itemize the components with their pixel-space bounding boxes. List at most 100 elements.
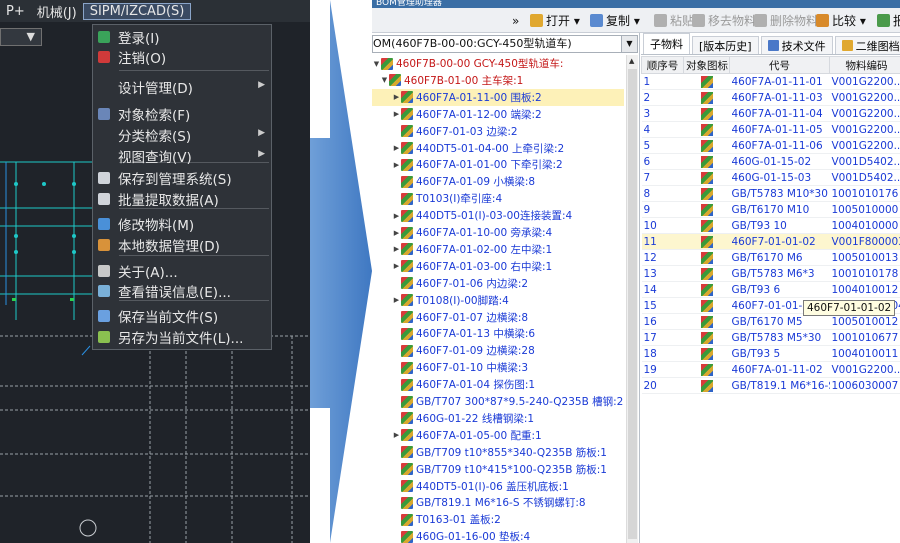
table-row[interactable]: 8 GB/T5783 M10*30 1001010176 [641, 185, 900, 202]
menu-sipm-izcad[interactable]: SIPM/IZCAD(S) [82, 2, 192, 20]
tree-node[interactable]: 460G-01-16-00 垫板:4 [372, 528, 624, 543]
table-row[interactable]: 2 460F7A-01-11-03 V001G2200... [641, 89, 900, 106]
column-header[interactable]: 对象图标 [683, 56, 730, 74]
tree-node[interactable]: ▶ 460F7A-01-12-00 端梁:2 [372, 106, 624, 123]
toolbar-button[interactable]: 比较 ▾ [816, 12, 866, 29]
toolbar-button[interactable]: 粘贴 [654, 12, 694, 29]
menu-item[interactable]: 设计管理(D) ▶ [93, 77, 271, 97]
table-row[interactable]: 18 GB/T93 5 1004010011 [641, 345, 900, 362]
table-row[interactable]: 3 460F7A-01-11-04 V001G2200... [641, 105, 900, 122]
expand-icon[interactable]: ▶ [392, 93, 401, 101]
menu-item[interactable]: 另存为当前文件(L)... [93, 327, 271, 347]
table-row[interactable]: 6 460G-01-15-02 V001D5402... [641, 153, 900, 170]
tree-node[interactable]: ▶ 440DT5-01-04-00 上牵引梁:2 [372, 140, 624, 157]
table-row[interactable]: 10 GB/T93 10 1004010000 [641, 217, 900, 234]
toolbar-button[interactable]: 删除物料 [754, 12, 818, 29]
tab-0[interactable]: 子物料 [643, 33, 690, 54]
toolbar-button[interactable]: 复制 ▾ [590, 12, 640, 29]
tree-node[interactable]: ▶ 460F7A-01-05-00 配重:1 [372, 427, 624, 444]
collapse-icon[interactable]: ▼ [372, 60, 381, 68]
tree-node[interactable]: ▼ 460F7B-00-00 GCY-450型轨道车: [372, 55, 624, 72]
tree-node[interactable]: 440DT5-01(Ⅰ)-06 盖压机底板:1 [372, 478, 624, 495]
expand-icon[interactable]: ▶ [392, 296, 401, 304]
tree-node[interactable]: ▶ 460F7A-01-02-00 左中梁:1 [372, 241, 624, 258]
tree-node[interactable]: ▼ 460F7B-01-00 主车架:1 [372, 72, 624, 89]
menu-item[interactable]: 关于(A)... [93, 261, 271, 281]
table-row[interactable]: 11 460F7-01-01-02V001F800003... [641, 233, 900, 250]
menu-item[interactable]: 登录(I) [93, 27, 271, 47]
menu-item[interactable]: 修改物料(M) [93, 214, 271, 234]
tab-3[interactable]: 二维图档 [834, 36, 900, 54]
tree-scrollbar[interactable]: ▲ [626, 55, 638, 543]
tree-node[interactable]: 460F7A-01-09 小横梁:8 [372, 173, 624, 190]
menu-item[interactable]: 批量提取数据(A) [93, 189, 271, 209]
row-material-code: 1006030007 [829, 377, 900, 394]
menu-item[interactable]: 保存当前文件(S) [93, 306, 271, 326]
expand-icon[interactable]: ▶ [392, 212, 401, 220]
tree-node[interactable]: GB/T819.1 M6*16-S 不锈钢螺钉:8 [372, 494, 624, 511]
toolbar-button[interactable]: » [512, 12, 519, 29]
table-row[interactable]: 5 460F7A-01-11-06 V001G2200... [641, 137, 900, 154]
menu-item[interactable]: 注销(O) [93, 47, 271, 67]
toolbar-button[interactable]: 打开 ▾ [530, 12, 580, 29]
tree-node[interactable]: 460F7-01-03 边梁:2 [372, 123, 624, 140]
tree-node[interactable]: ▶ 460F7A-01-11-00 围板:2 [372, 88, 624, 106]
scroll-up-icon[interactable]: ▲ [629, 57, 634, 65]
tree-node[interactable]: GB/T707 300*87*9.5-240-Q235B 槽钢:2 [372, 393, 624, 410]
tree-node[interactable]: 460F7-01-10 中横梁:3 [372, 359, 624, 376]
collapse-icon[interactable]: ▼ [380, 76, 389, 84]
tree-node[interactable]: ▶ T0108(Ⅰ)-00脚踏:4 [372, 292, 624, 309]
expand-icon[interactable]: ▶ [392, 245, 401, 253]
expand-icon[interactable]: ▶ [392, 431, 401, 439]
tree-node[interactable]: 460F7A-01-04 探伤图:1 [372, 376, 624, 393]
chevron-down-icon[interactable]: ▼ [621, 36, 637, 52]
table-row[interactable]: 12 GB/T6170 M6 1005010013 [641, 249, 900, 266]
tree-node[interactable]: 460F7-01-06 内边梁:2 [372, 275, 624, 292]
tree-node[interactable]: ▶ 460F7A-01-03-00 右中梁:1 [372, 258, 624, 275]
column-header[interactable]: 物料编码 [829, 56, 900, 74]
menu-plus[interactable]: P+ [0, 4, 31, 19]
tree-node[interactable]: T0163-01 盖板:2 [372, 511, 624, 528]
table-row[interactable]: 1 460F7A-01-11-01 V001G2200... [641, 73, 900, 90]
menu-item[interactable]: 对象检索(F) [93, 104, 271, 124]
tree-node[interactable]: T0103(Ⅰ)牵引座:4 [372, 190, 624, 207]
table-row[interactable]: 13 GB/T5783 M6*3 1001010178 [641, 265, 900, 282]
tree-node[interactable]: 460F7A-01-13 中横梁:6 [372, 325, 624, 342]
menu-item[interactable]: 保存到管理系统(S) [93, 168, 271, 188]
column-header[interactable]: 代号 [729, 56, 830, 74]
scroll-thumb[interactable] [628, 69, 637, 539]
expand-icon[interactable]: ▶ [392, 161, 401, 169]
table-row[interactable]: 20 GB/T819.1 M6*16-S 1006030007 [641, 377, 900, 394]
expand-icon[interactable]: ▶ [392, 229, 401, 237]
tab-1[interactable]: [版本历史] [692, 36, 759, 54]
layer-combo[interactable]: ▼ [0, 28, 42, 46]
menu-item[interactable]: 查看错误信息(E)... [93, 281, 271, 301]
table-row[interactable]: 9 GB/T6170 M10 1005010000 [641, 201, 900, 218]
column-header[interactable]: 顺序号 [641, 56, 684, 74]
bom-root-selector[interactable]: OM(460F7B-00-00:GCY-450型轨道车) ▼ [372, 35, 638, 53]
tree-node[interactable]: ▶ 440DT5-01(Ⅰ)-03-00连接装置:4 [372, 207, 624, 224]
expand-icon[interactable]: ▶ [392, 144, 401, 152]
table-row[interactable]: 17 GB/T5783 M5*30 1001010677 [641, 329, 900, 346]
menu-item[interactable]: 分类检索(S) ▶ [93, 125, 271, 145]
tree-node[interactable]: ▶ 460F7A-01-10-00 旁承梁:4 [372, 224, 624, 241]
table-row[interactable]: 19 460F7A-01-11-02 V001G2200... [641, 361, 900, 378]
part-icon [401, 496, 413, 509]
tree-node[interactable]: 460G-01-22 线槽钢梁:1 [372, 410, 624, 427]
tree-node[interactable]: ▶ 460F7A-01-01-00 下牵引梁:2 [372, 156, 624, 173]
toolbar-button[interactable]: 移去物料 [692, 12, 756, 29]
menu-mechanical[interactable]: 机械(J) [31, 2, 83, 21]
table-row[interactable]: 4 460F7A-01-11-05 V001G2200... [641, 121, 900, 138]
table-row[interactable]: 14 GB/T93 6 1004010012 [641, 281, 900, 298]
tree-node[interactable]: 460F7-01-09 边横梁:28 [372, 342, 624, 359]
menu-item[interactable]: 本地数据管理(D) [93, 235, 271, 255]
expand-icon[interactable]: ▶ [392, 110, 401, 118]
expand-icon[interactable]: ▶ [392, 262, 401, 270]
menu-item[interactable]: 视图查询(V) ▶ [93, 146, 271, 166]
tree-node[interactable]: GB/T709 t10*415*100-Q235B 筋板:1 [372, 461, 624, 478]
tree-node[interactable]: GB/T709 t10*855*340-Q235B 筋板:1 [372, 444, 624, 461]
tab-2[interactable]: 技术文件 [760, 36, 833, 54]
toolbar-button[interactable]: 报 [877, 12, 900, 29]
table-row[interactable]: 7 460G-01-15-03 V001D5402... [641, 169, 900, 186]
tree-node[interactable]: 460F7-01-07 边横梁:8 [372, 309, 624, 326]
